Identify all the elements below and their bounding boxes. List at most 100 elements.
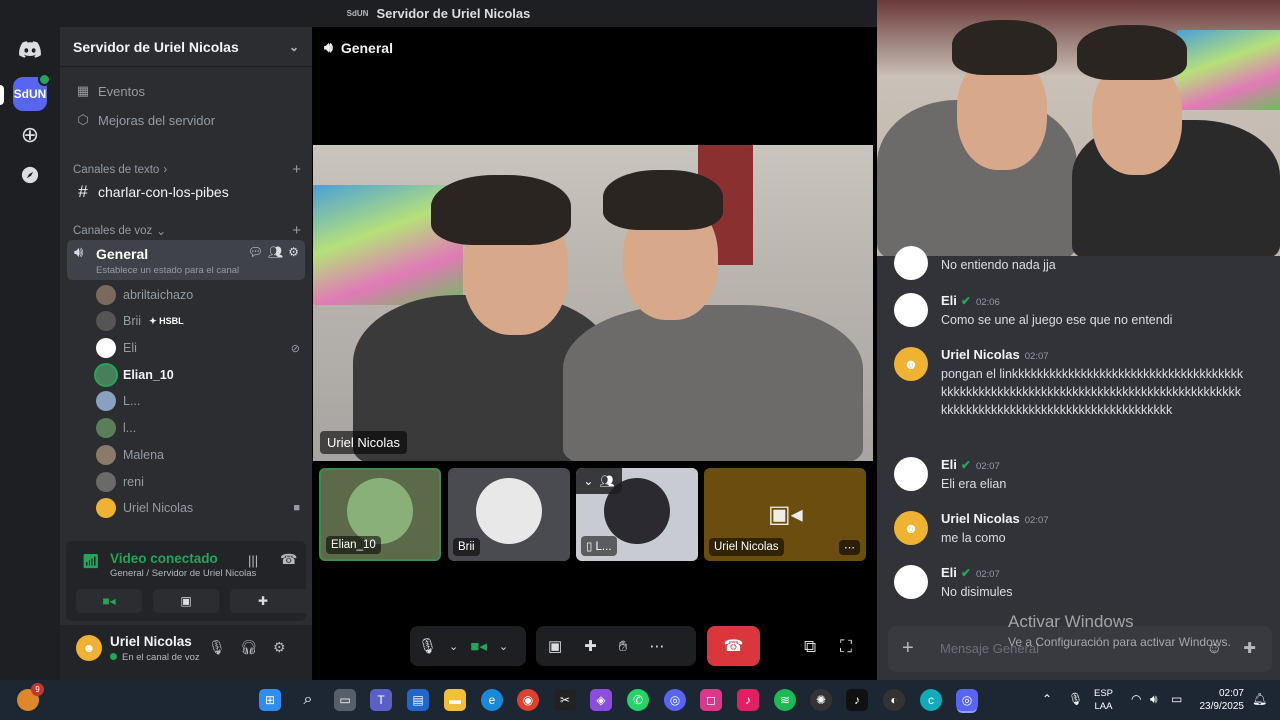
- participant-tile[interactable]: ⌄ 👥︎ ▯ L...: [576, 468, 698, 561]
- voice-member[interactable]: Eli ⊘: [96, 336, 306, 360]
- more-options-icon[interactable]: ⋯: [839, 540, 860, 555]
- tile-controls[interactable]: ⌄ 👥︎: [576, 468, 622, 494]
- screen-share-icon[interactable]: ▣: [548, 637, 562, 655]
- signal-icon[interactable]: 📶︎: [82, 553, 100, 570]
- author-name[interactable]: Eli: [941, 457, 957, 472]
- tiktok-app-icon[interactable]: ♪: [846, 689, 868, 711]
- discord-home-icon[interactable]: [12, 31, 48, 67]
- voice-member[interactable]: L...: [96, 389, 306, 413]
- clock[interactable]: 02:07 23/9/2025: [1196, 687, 1245, 713]
- apps-icon[interactable]: ✚: [1243, 639, 1256, 657]
- store-icon[interactable]: ▤: [407, 689, 429, 711]
- gear-icon[interactable]: ⚙︎: [273, 639, 286, 656]
- voice-channel-general[interactable]: 🔊︎ General Establece un estado para el c…: [67, 240, 305, 280]
- notifications-icon[interactable]: 🔔︎: [1252, 692, 1267, 706]
- chatgpt-icon[interactable]: ✺: [810, 689, 832, 711]
- voice-channel-status[interactable]: Establece un estado para el canal: [96, 265, 239, 276]
- chrome-icon[interactable]: ◉: [517, 689, 539, 711]
- add-server-icon[interactable]: ⊕: [12, 117, 48, 153]
- avatar[interactable]: ☻: [894, 347, 928, 381]
- disconnect-button[interactable]: ☎︎: [707, 626, 760, 666]
- tray-chevron-icon[interactable]: ⌃: [1042, 692, 1052, 706]
- search-icon[interactable]: ⌕: [297, 689, 319, 711]
- author-name[interactable]: Eli: [941, 565, 957, 580]
- spotify-icon[interactable]: ≋: [774, 689, 796, 711]
- participant-tile[interactable]: ▣◂ Uriel Nicolas ⋯: [704, 468, 866, 561]
- voice-member[interactable]: Malena: [96, 443, 306, 467]
- add-voice-channel-icon[interactable]: +: [292, 222, 301, 239]
- start-icon[interactable]: ⊞: [259, 689, 281, 711]
- discord-active-icon[interactable]: ◎: [956, 689, 978, 711]
- volume-icon[interactable]: 🔊︎: [1150, 692, 1158, 707]
- avatar[interactable]: [894, 246, 928, 280]
- voice-member[interactable]: Brii ✦ HSBL: [96, 309, 306, 333]
- text-channels-category[interactable]: Canales de texto › +: [73, 161, 301, 178]
- widgets-icon[interactable]: 9: [17, 683, 44, 711]
- server-header[interactable]: Servidor de Uriel Nicolas ⌄: [60, 27, 312, 67]
- participant-tile[interactable]: Elian_10: [319, 468, 441, 561]
- microphone-icon[interactable]: 🎙︎: [208, 639, 226, 656]
- tiktok-icon[interactable]: ♪: [737, 689, 759, 711]
- voice-channels-category[interactable]: Canales de voz ⌄ +: [73, 222, 301, 239]
- language-indicator[interactable]: ESP LAA: [1094, 687, 1113, 713]
- camera-icon[interactable]: ■◂: [470, 637, 487, 655]
- noise-suppression-icon[interactable]: |||: [248, 553, 258, 568]
- avatar[interactable]: [894, 457, 928, 491]
- server-icon-sdun[interactable]: SdUN: [13, 73, 51, 111]
- voice-member[interactable]: Uriel Nicolas ■: [96, 496, 306, 520]
- voice-member[interactable]: abriltaichazo: [96, 283, 306, 307]
- edge-icon[interactable]: e: [481, 689, 503, 711]
- instagram-icon[interactable]: ◻: [700, 689, 722, 711]
- voice-member[interactable]: Elian_10: [96, 363, 306, 387]
- voice-connected-subtitle[interactable]: General / Servidor de Uriel Nicolas: [110, 568, 256, 579]
- teams-icon[interactable]: T: [370, 689, 392, 711]
- microphone-icon[interactable]: 🎙︎: [418, 637, 437, 655]
- avatar[interactable]: ☻: [894, 511, 928, 545]
- discover-icon[interactable]: [12, 157, 48, 193]
- voice-member[interactable]: l...: [96, 416, 306, 440]
- sidebar-item-boosts[interactable]: ⬡ Mejoras del servidor: [68, 107, 304, 133]
- more-icon[interactable]: ⋯: [649, 637, 664, 655]
- chevron-down-icon[interactable]: ⌄: [499, 640, 508, 653]
- copilot-icon[interactable]: ◈: [590, 689, 612, 711]
- participants-icon[interactable]: 👥︎: [599, 474, 614, 488]
- author-name[interactable]: Uriel Nicolas: [941, 347, 1020, 362]
- avatar[interactable]: [894, 565, 928, 599]
- author-name[interactable]: Eli: [941, 293, 957, 308]
- capcut-icon[interactable]: ✂: [554, 689, 576, 711]
- channel-charlar-con-los-pibes[interactable]: # charlar-con-los-pibes: [68, 179, 304, 205]
- task-view-icon[interactable]: ▭: [334, 689, 356, 711]
- app-icon[interactable]: ◐: [883, 689, 905, 711]
- camera-button[interactable]: ■◂: [76, 589, 142, 613]
- popout-video[interactable]: [877, 0, 1280, 256]
- main-video[interactable]: Uriel Nicolas: [313, 145, 873, 461]
- soundboard-icon[interactable]: ✋︎: [619, 638, 628, 655]
- screen-share-button[interactable]: ▣: [153, 589, 219, 613]
- file-explorer-icon[interactable]: ▬: [444, 689, 466, 711]
- whatsapp-icon[interactable]: ✆: [627, 689, 649, 711]
- author-name[interactable]: Uriel Nicolas: [941, 511, 1020, 526]
- chat-bubble-icon[interactable]: 💬︎: [248, 245, 263, 259]
- activities-icon[interactable]: ✚: [584, 637, 597, 655]
- gear-icon[interactable]: ⚙︎: [288, 245, 299, 259]
- user-name[interactable]: Uriel Nicolas: [110, 634, 192, 649]
- sidebar-item-events[interactable]: ▦ Eventos: [68, 78, 304, 104]
- disconnect-icon[interactable]: ☎︎: [280, 551, 297, 568]
- battery-icon[interactable]: ▭: [1171, 692, 1182, 706]
- discord-taskbar-icon[interactable]: ◎: [664, 689, 686, 711]
- invite-icon[interactable]: 👥︎: [268, 245, 283, 259]
- voice-member[interactable]: reni: [96, 470, 306, 494]
- headphones-icon[interactable]: 🎧︎: [240, 639, 258, 656]
- participant-tile[interactable]: Brii: [448, 468, 570, 561]
- chevron-down-icon[interactable]: ⌄: [583, 474, 593, 488]
- wifi-icon[interactable]: ◠: [1131, 692, 1141, 706]
- fullscreen-icon[interactable]: ⛶: [840, 637, 852, 657]
- avatar[interactable]: ☻: [76, 635, 102, 661]
- tray-microphone-icon[interactable]: 🎙︎: [1068, 692, 1083, 706]
- canva-icon[interactable]: c: [920, 689, 942, 711]
- avatar[interactable]: [894, 293, 928, 327]
- attach-plus-icon[interactable]: +: [902, 637, 914, 660]
- add-text-channel-icon[interactable]: +: [292, 161, 301, 178]
- chevron-down-icon[interactable]: ⌄: [449, 640, 458, 653]
- popout-icon[interactable]: ⧉: [804, 637, 816, 657]
